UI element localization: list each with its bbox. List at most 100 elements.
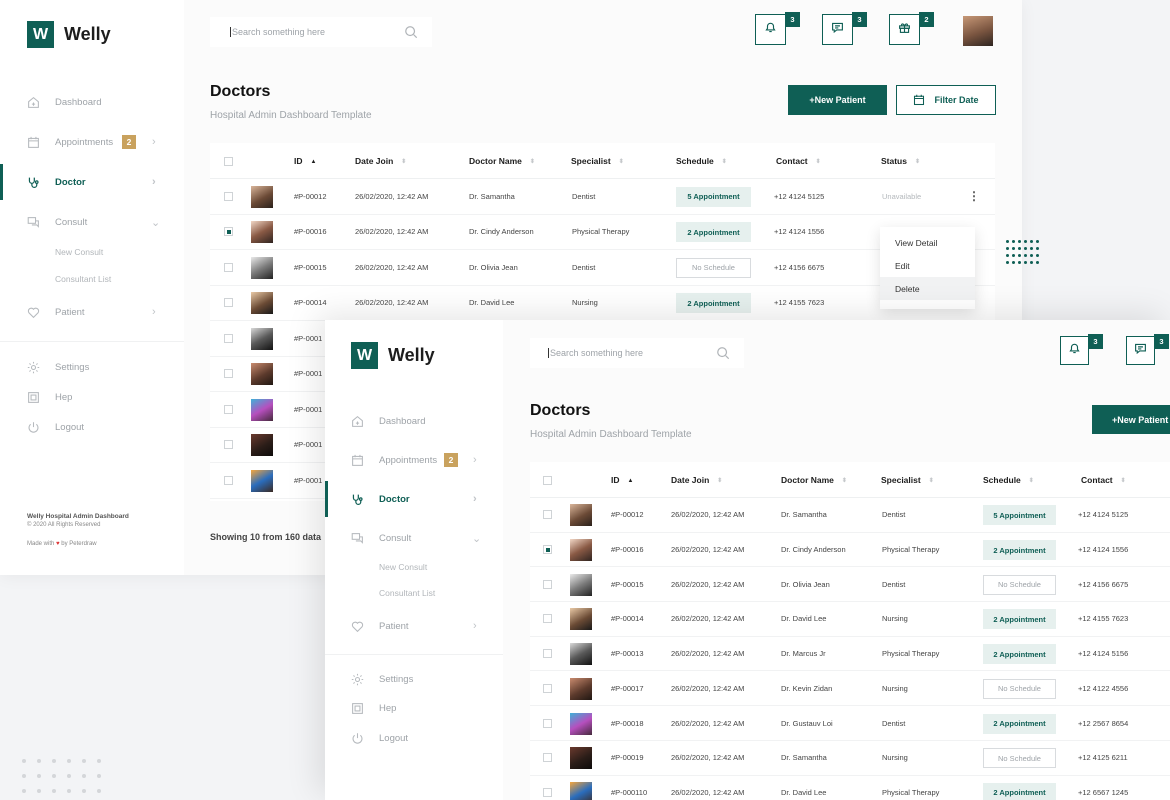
more-options-icon[interactable]: ⋮	[968, 189, 980, 203]
table-row[interactable]: #P-00014 26/02/2020, 12:42 AM Dr. David Le…	[530, 602, 1170, 637]
doctor-avatar	[570, 747, 592, 770]
notifications-button[interactable]: 3	[755, 12, 800, 45]
column-header-label: Specialist	[571, 156, 611, 166]
sidebar-item-logout[interactable]: Logout	[0, 409, 184, 445]
sidebar-item-appointments[interactable]: Appointments 2 ›	[325, 442, 503, 478]
sort-icon[interactable]: ⬍	[1029, 478, 1034, 484]
search-input[interactable]	[548, 348, 708, 358]
sidebar-item-doctor[interactable]: Doctor ›	[0, 164, 184, 200]
decorative-dot	[37, 774, 41, 778]
new-patient-button[interactable]: +New Patient	[788, 85, 887, 115]
sort-icon[interactable]: ⬍	[842, 478, 847, 484]
menu-item-delete[interactable]: Delete	[880, 277, 975, 300]
table-row[interactable]: #P-00014 26/02/2020, 12:42 AM Dr. David Le…	[210, 286, 995, 321]
sidebar-item-patient[interactable]: Patient ›	[325, 608, 503, 644]
sidebar-item-appointments[interactable]: Appointments 2 ›	[0, 124, 184, 160]
row-checkbox[interactable]	[224, 440, 233, 450]
sidebar-item-consult[interactable]: Consult ⌄	[325, 520, 503, 556]
table-row[interactable]: #P-00016 26/02/2020, 12:42 AM Dr. Cindy An…	[210, 215, 995, 250]
row-checkbox[interactable]	[543, 753, 552, 763]
sidebar-item-patient[interactable]: Patient ›	[0, 294, 184, 330]
column-header-3[interactable]: Specialist ⬍	[881, 475, 934, 485]
sidebar-item-doctor[interactable]: Doctor ›	[325, 481, 503, 517]
row-checkbox[interactable]	[543, 718, 552, 728]
sort-icon[interactable]: ⬍	[717, 478, 722, 484]
row-checkbox[interactable]	[543, 579, 552, 589]
notifications-button[interactable]: 3	[1060, 334, 1103, 365]
messages-button[interactable]: 3	[1126, 334, 1169, 365]
column-header-5[interactable]: Contact ⬍	[1081, 475, 1126, 485]
column-header-5[interactable]: Contact ⬍	[776, 156, 821, 166]
table-row[interactable]: #P-00017 26/02/2020, 12:42 AM Dr. Kevin Zi…	[530, 672, 1170, 707]
row-checkbox[interactable]	[543, 787, 552, 797]
column-header-0[interactable]: ID ▲	[611, 475, 633, 485]
column-header-0[interactable]: ID ▲	[294, 156, 316, 166]
table-row[interactable]: #P-00019 26/02/2020, 12:42 AM Dr. Samantha…	[530, 741, 1170, 776]
sort-icon[interactable]: ⬍	[816, 159, 821, 165]
select-all-checkbox[interactable]	[543, 476, 552, 485]
row-checkbox[interactable]	[224, 369, 233, 379]
sort-icon[interactable]: ⬍	[929, 478, 934, 484]
sort-icon[interactable]: ⬍	[1121, 478, 1126, 484]
sort-icon[interactable]: ⬍	[915, 159, 920, 165]
cell-contact: +12 4122 4556	[1078, 683, 1129, 693]
table-row[interactable]: #P-00012 26/02/2020, 12:42 AM Dr. Samantha…	[210, 179, 995, 215]
row-checkbox[interactable]	[224, 404, 233, 414]
row-checkbox[interactable]	[543, 510, 552, 520]
column-header-2[interactable]: Doctor Name ⬍	[469, 156, 535, 166]
sidebar-item-dashboard[interactable]: Dashboard	[0, 84, 184, 120]
column-header-4[interactable]: Schedule ⬍	[983, 475, 1034, 485]
row-checkbox[interactable]	[543, 614, 552, 624]
sort-icon[interactable]: ⬍	[530, 159, 535, 165]
messages-count: 3	[1154, 334, 1169, 349]
table-row[interactable]: #P-00015 26/02/2020, 12:42 AM Dr. Olivia J…	[210, 250, 995, 286]
user-avatar[interactable]	[963, 16, 993, 46]
row-checkbox[interactable]	[543, 545, 552, 555]
sort-asc-icon[interactable]: ▲	[311, 159, 317, 165]
select-all-checkbox[interactable]	[224, 157, 233, 166]
menu-item-edit[interactable]: Edit	[880, 254, 975, 277]
sidebar-item-consult[interactable]: Consult ⌄	[0, 204, 184, 240]
row-checkbox[interactable]	[543, 649, 552, 659]
row-checkbox[interactable]	[224, 262, 233, 272]
column-header-1[interactable]: Date Join ⬍	[355, 156, 406, 166]
sidebar-item-logout[interactable]: Logout	[325, 720, 503, 756]
row-checkbox[interactable]	[224, 227, 233, 237]
row-checkbox[interactable]	[224, 298, 233, 308]
schedule-badge: 5 Appointment	[983, 505, 1056, 526]
row-checkbox[interactable]	[224, 191, 233, 201]
column-header-1[interactable]: Date Join ⬍	[671, 475, 722, 485]
row-checkbox[interactable]	[543, 683, 552, 693]
sidebar-subitem-new-consult[interactable]: New Consult	[55, 247, 103, 257]
table-row[interactable]: #P-00018 26/02/2020, 12:42 AM Dr. Gustauv …	[530, 706, 1170, 741]
filter-date-button[interactable]: Filter Date	[896, 85, 996, 115]
row-checkbox[interactable]	[224, 475, 233, 485]
gifts-button[interactable]: 2	[889, 12, 934, 45]
search-input[interactable]	[230, 27, 390, 37]
menu-item-view-detail[interactable]: View Detail	[880, 231, 975, 254]
sidebar-item-dashboard[interactable]: Dashboard	[325, 403, 503, 439]
search-icon[interactable]	[404, 25, 418, 39]
sidebar-subitem-new-consult[interactable]: New Consult	[379, 562, 427, 572]
search-icon[interactable]	[716, 346, 730, 360]
column-header-2[interactable]: Doctor Name ⬍	[781, 475, 847, 485]
sort-asc-icon[interactable]: ▲	[628, 478, 634, 484]
sidebar-subitem-consultant-list[interactable]: Consultant List	[55, 274, 111, 284]
table-row[interactable]: #P-000110 26/02/2020, 12:42 AM Dr. David L…	[530, 776, 1170, 800]
logo[interactable]: W Welly	[27, 21, 111, 48]
new-patient-button[interactable]: +New Patient	[1092, 405, 1170, 434]
column-header-6[interactable]: Status ⬍	[881, 156, 920, 166]
row-checkbox[interactable]	[224, 333, 233, 343]
logo[interactable]: W Welly	[351, 342, 435, 369]
table-row[interactable]: #P-00016 26/02/2020, 12:42 AM Dr. Cindy An…	[530, 533, 1170, 568]
column-header-3[interactable]: Specialist ⬍	[571, 156, 624, 166]
sort-icon[interactable]: ⬍	[722, 159, 727, 165]
table-row[interactable]: #P-00012 26/02/2020, 12:42 AM Dr. Samantha…	[530, 498, 1170, 533]
column-header-4[interactable]: Schedule ⬍	[676, 156, 727, 166]
table-row[interactable]: #P-00015 26/02/2020, 12:42 AM Dr. Olivia J…	[530, 567, 1170, 603]
table-row[interactable]: #P-00013 26/02/2020, 12:42 AM Dr. Marcus J…	[530, 637, 1170, 672]
messages-button[interactable]: 3	[822, 12, 867, 45]
sort-icon[interactable]: ⬍	[401, 159, 406, 165]
sidebar-subitem-consultant-list[interactable]: Consultant List	[379, 588, 435, 598]
sort-icon[interactable]: ⬍	[619, 159, 624, 165]
